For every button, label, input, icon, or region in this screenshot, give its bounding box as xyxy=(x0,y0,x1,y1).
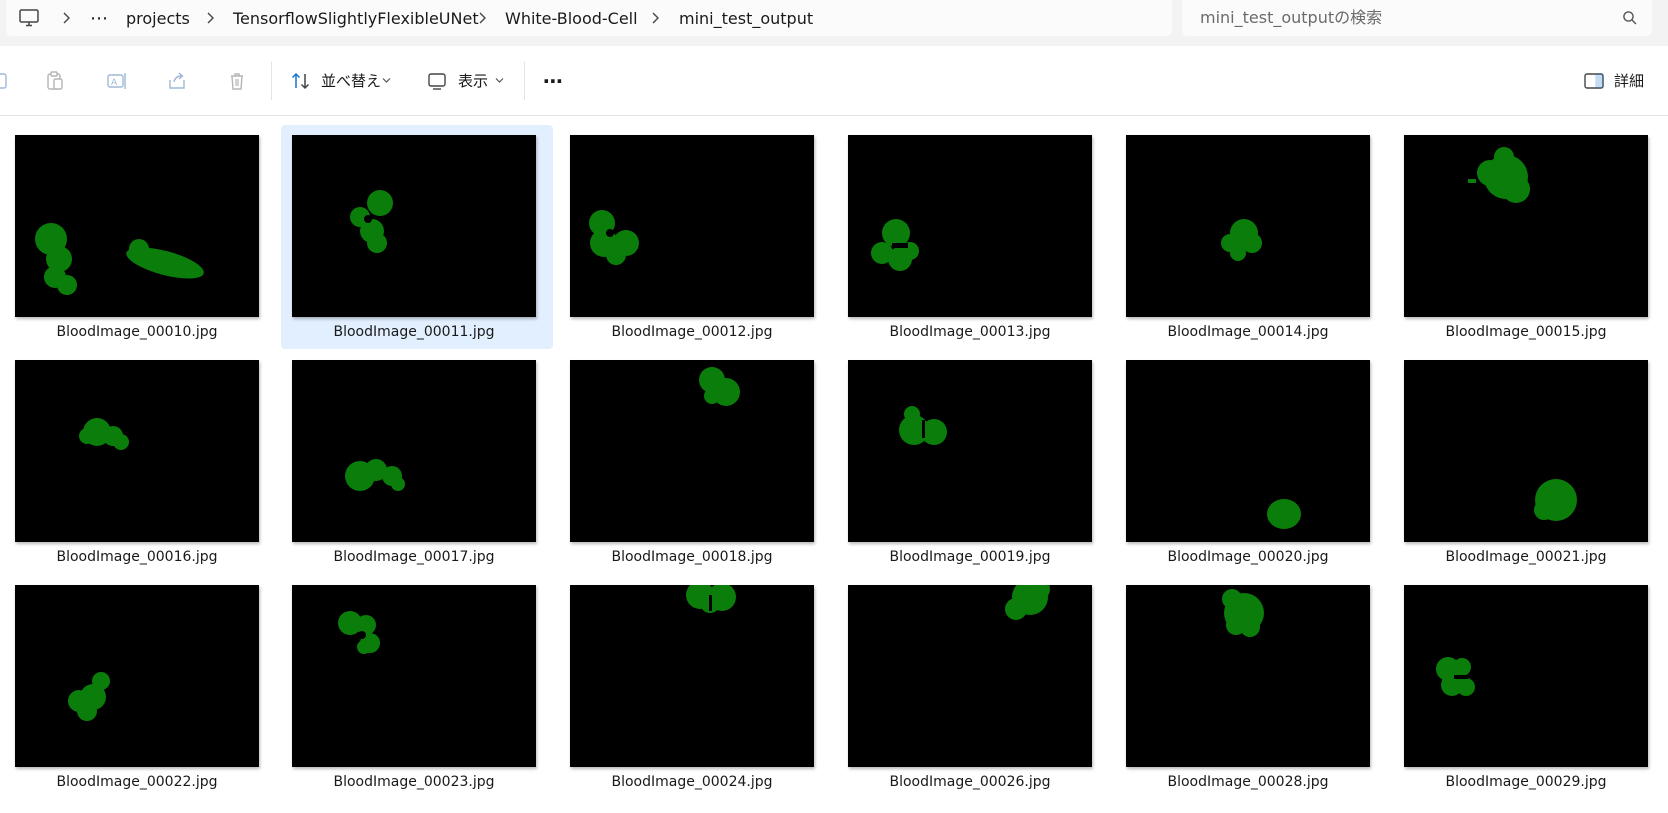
toolbar-divider xyxy=(271,62,272,100)
breadcrumb-item-current[interactable]: mini_test_output xyxy=(679,0,813,36)
file-tile[interactable]: BloodImage_00015.jpg xyxy=(1393,125,1665,349)
file-tile[interactable]: BloodImage_00019.jpg xyxy=(837,350,1109,574)
new-icon[interactable] xyxy=(0,68,12,94)
mask-thumbnail xyxy=(15,135,259,317)
chevron-right-icon xyxy=(202,0,218,36)
mask-thumbnail xyxy=(570,135,814,317)
mask-thumbnail xyxy=(1126,585,1370,767)
more-options-button[interactable]: ⋯ xyxy=(543,68,564,94)
mask-thumbnail xyxy=(292,360,536,542)
search-input[interactable]: mini_test_outputの検索 xyxy=(1182,0,1652,36)
file-name: BloodImage_00023.jpg xyxy=(333,774,495,790)
mask-thumbnail xyxy=(15,585,259,767)
details-pane-icon[interactable] xyxy=(1581,68,1607,94)
svg-text:A: A xyxy=(111,78,118,88)
file-tile[interactable]: BloodImage_00014.jpg xyxy=(1115,125,1387,349)
file-name: BloodImage_00024.jpg xyxy=(611,774,773,790)
mask-thumbnail xyxy=(15,360,259,542)
mask-thumbnail xyxy=(848,135,1092,317)
file-tile[interactable]: BloodImage_00017.jpg xyxy=(281,350,553,574)
file-tile[interactable]: BloodImage_00013.jpg xyxy=(837,125,1109,349)
mask-thumbnail xyxy=(1126,135,1370,317)
file-name: BloodImage_00029.jpg xyxy=(1445,774,1607,790)
mask-thumbnail xyxy=(1404,135,1648,317)
mask-thumbnail xyxy=(1126,360,1370,542)
mask-thumbnail xyxy=(292,135,536,317)
file-name: BloodImage_00020.jpg xyxy=(1167,549,1329,565)
file-name: BloodImage_00021.jpg xyxy=(1445,549,1607,565)
file-tile[interactable]: BloodImage_00018.jpg xyxy=(559,350,831,574)
sort-icon[interactable] xyxy=(288,68,314,94)
file-tile[interactable]: BloodImage_00016.jpg xyxy=(4,350,276,574)
share-icon[interactable] xyxy=(164,68,190,94)
chevron-right-icon xyxy=(647,0,663,36)
file-tile[interactable]: BloodImage_00026.jpg xyxy=(837,575,1109,799)
file-name: BloodImage_00028.jpg xyxy=(1167,774,1329,790)
file-tile[interactable]: BloodImage_00012.jpg xyxy=(559,125,831,349)
file-name: BloodImage_00016.jpg xyxy=(56,549,218,565)
view-icon[interactable] xyxy=(424,68,450,94)
breadcrumb-item-unet[interactable]: TensorflowSlightlyFlexibleUNet xyxy=(233,0,479,36)
chevron-right-icon xyxy=(58,0,74,36)
file-tile[interactable]: BloodImage_00023.jpg xyxy=(281,575,553,799)
search-icon[interactable] xyxy=(1622,10,1638,26)
sort-button[interactable]: 並べ替え xyxy=(321,68,381,94)
mask-thumbnail xyxy=(848,585,1092,767)
file-name: BloodImage_00018.jpg xyxy=(611,549,773,565)
file-tile[interactable]: BloodImage_00020.jpg xyxy=(1115,350,1387,574)
file-name: BloodImage_00015.jpg xyxy=(1445,324,1607,340)
file-grid: BloodImage_00010.jpg BloodImage_00011.jp… xyxy=(0,116,1668,813)
command-bar: A 並べ替え 表示 ⋯ 詳細 xyxy=(0,46,1668,116)
file-tile[interactable]: BloodImage_00010.jpg xyxy=(4,125,276,349)
file-name: BloodImage_00010.jpg xyxy=(56,324,218,340)
breadcrumb-item-wbc[interactable]: White-Blood-Cell xyxy=(505,0,638,36)
details-button[interactable]: 詳細 xyxy=(1614,68,1644,94)
file-tile[interactable]: BloodImage_00024.jpg xyxy=(559,575,831,799)
mask-thumbnail xyxy=(848,360,1092,542)
file-name: BloodImage_00022.jpg xyxy=(56,774,218,790)
mask-thumbnail xyxy=(570,585,814,767)
view-button[interactable]: 表示 xyxy=(458,68,488,94)
paste-icon[interactable] xyxy=(42,68,68,94)
file-name: BloodImage_00017.jpg xyxy=(333,549,495,565)
breadcrumb[interactable]: ⋯ projects TensorflowSlightlyFlexibleUNe… xyxy=(6,0,1172,36)
file-tile[interactable]: BloodImage_00029.jpg xyxy=(1393,575,1665,799)
file-name: BloodImage_00019.jpg xyxy=(889,549,1051,565)
breadcrumb-item-projects[interactable]: projects xyxy=(126,0,190,36)
breadcrumb-overflow[interactable]: ⋯ xyxy=(90,0,109,36)
search-placeholder: mini_test_outputの検索 xyxy=(1200,8,1383,27)
file-tile[interactable]: BloodImage_00022.jpg xyxy=(4,575,276,799)
chevron-down-icon[interactable] xyxy=(382,77,391,84)
delete-icon[interactable] xyxy=(224,68,250,94)
file-tile[interactable]: BloodImage_00028.jpg xyxy=(1115,575,1387,799)
mask-thumbnail xyxy=(570,360,814,542)
toolbar-divider xyxy=(524,62,525,100)
file-name: BloodImage_00012.jpg xyxy=(611,324,773,340)
this-pc-icon[interactable] xyxy=(18,0,40,36)
chevron-right-icon xyxy=(474,0,490,36)
file-name: BloodImage_00011.jpg xyxy=(333,324,495,340)
file-tile-selected[interactable]: BloodImage_00011.jpg xyxy=(281,125,553,349)
mask-thumbnail xyxy=(1404,585,1648,767)
address-row: ⋯ projects TensorflowSlightlyFlexibleUNe… xyxy=(0,0,1668,46)
file-name: BloodImage_00014.jpg xyxy=(1167,324,1329,340)
chevron-down-icon[interactable] xyxy=(495,77,504,84)
mask-thumbnail xyxy=(1404,360,1648,542)
file-name: BloodImage_00013.jpg xyxy=(889,324,1051,340)
file-tile[interactable]: BloodImage_00021.jpg xyxy=(1393,350,1665,574)
file-name: BloodImage_00026.jpg xyxy=(889,774,1051,790)
rename-icon[interactable]: A xyxy=(104,68,130,94)
mask-thumbnail xyxy=(292,585,536,767)
